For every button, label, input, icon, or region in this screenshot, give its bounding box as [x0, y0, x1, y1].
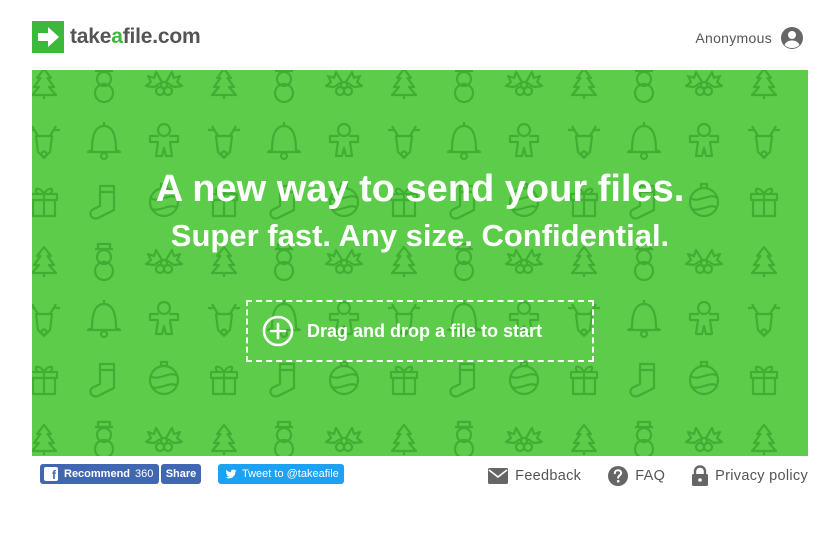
mail-icon	[488, 468, 509, 484]
facebook-share-label: Share	[165, 468, 197, 480]
facebook-recommend-label: Recommend	[64, 468, 131, 480]
feedback-label: Feedback	[515, 468, 582, 484]
footer: f Recommend 360 Share Tweet to @takeafil…	[0, 456, 840, 550]
help-circle-icon	[608, 466, 629, 486]
privacy-policy-link[interactable]: Privacy policy	[691, 465, 808, 487]
footer-links: Feedback FAQ Privacy policy	[461, 465, 808, 487]
christmas-pattern-background	[32, 70, 782, 456]
logo-text: takeafile.com	[70, 25, 201, 48]
file-dropzone[interactable]: Drag and drop a file to start	[246, 300, 594, 362]
dropzone-label: Drag and drop a file to start	[307, 320, 543, 341]
logo-arrow-icon	[32, 21, 64, 53]
faq-label: FAQ	[635, 468, 666, 484]
hero-banner: A new way to send your files. Super fast…	[32, 70, 808, 456]
facebook-share-button[interactable]: Share	[161, 464, 201, 484]
feedback-link[interactable]: Feedback	[487, 467, 581, 485]
pattern-row-2	[32, 120, 782, 161]
lock-icon	[692, 465, 709, 486]
twitter-tweet-button[interactable]: Tweet to @takeafile	[218, 464, 344, 484]
user-name: Anonymous	[695, 30, 772, 46]
facebook-icon: f	[44, 467, 58, 481]
header: takeafile.com Anonymous	[0, 0, 840, 70]
twitter-tweet-label: Tweet to @takeafile	[242, 468, 339, 480]
pattern-row-7	[32, 420, 778, 456]
hero-subtitle: Super fast. Any size. Confidential.	[170, 218, 670, 253]
privacy-policy-label: Privacy policy	[715, 468, 808, 484]
hero-title: A new way to send your files.	[155, 168, 685, 210]
pattern-row-6	[32, 360, 779, 398]
twitter-bird-icon	[225, 469, 237, 479]
plus-circle-icon	[262, 315, 294, 347]
account-circle-icon	[781, 27, 803, 49]
facebook-recommend-count: 360	[135, 468, 154, 480]
logo-link[interactable]: takeafile.com	[32, 21, 201, 53]
user-menu[interactable]: Anonymous	[695, 26, 804, 50]
facebook-recommend-button[interactable]: f Recommend 360	[40, 464, 160, 484]
faq-link[interactable]: FAQ	[607, 465, 665, 487]
pattern-row-1	[32, 70, 778, 104]
